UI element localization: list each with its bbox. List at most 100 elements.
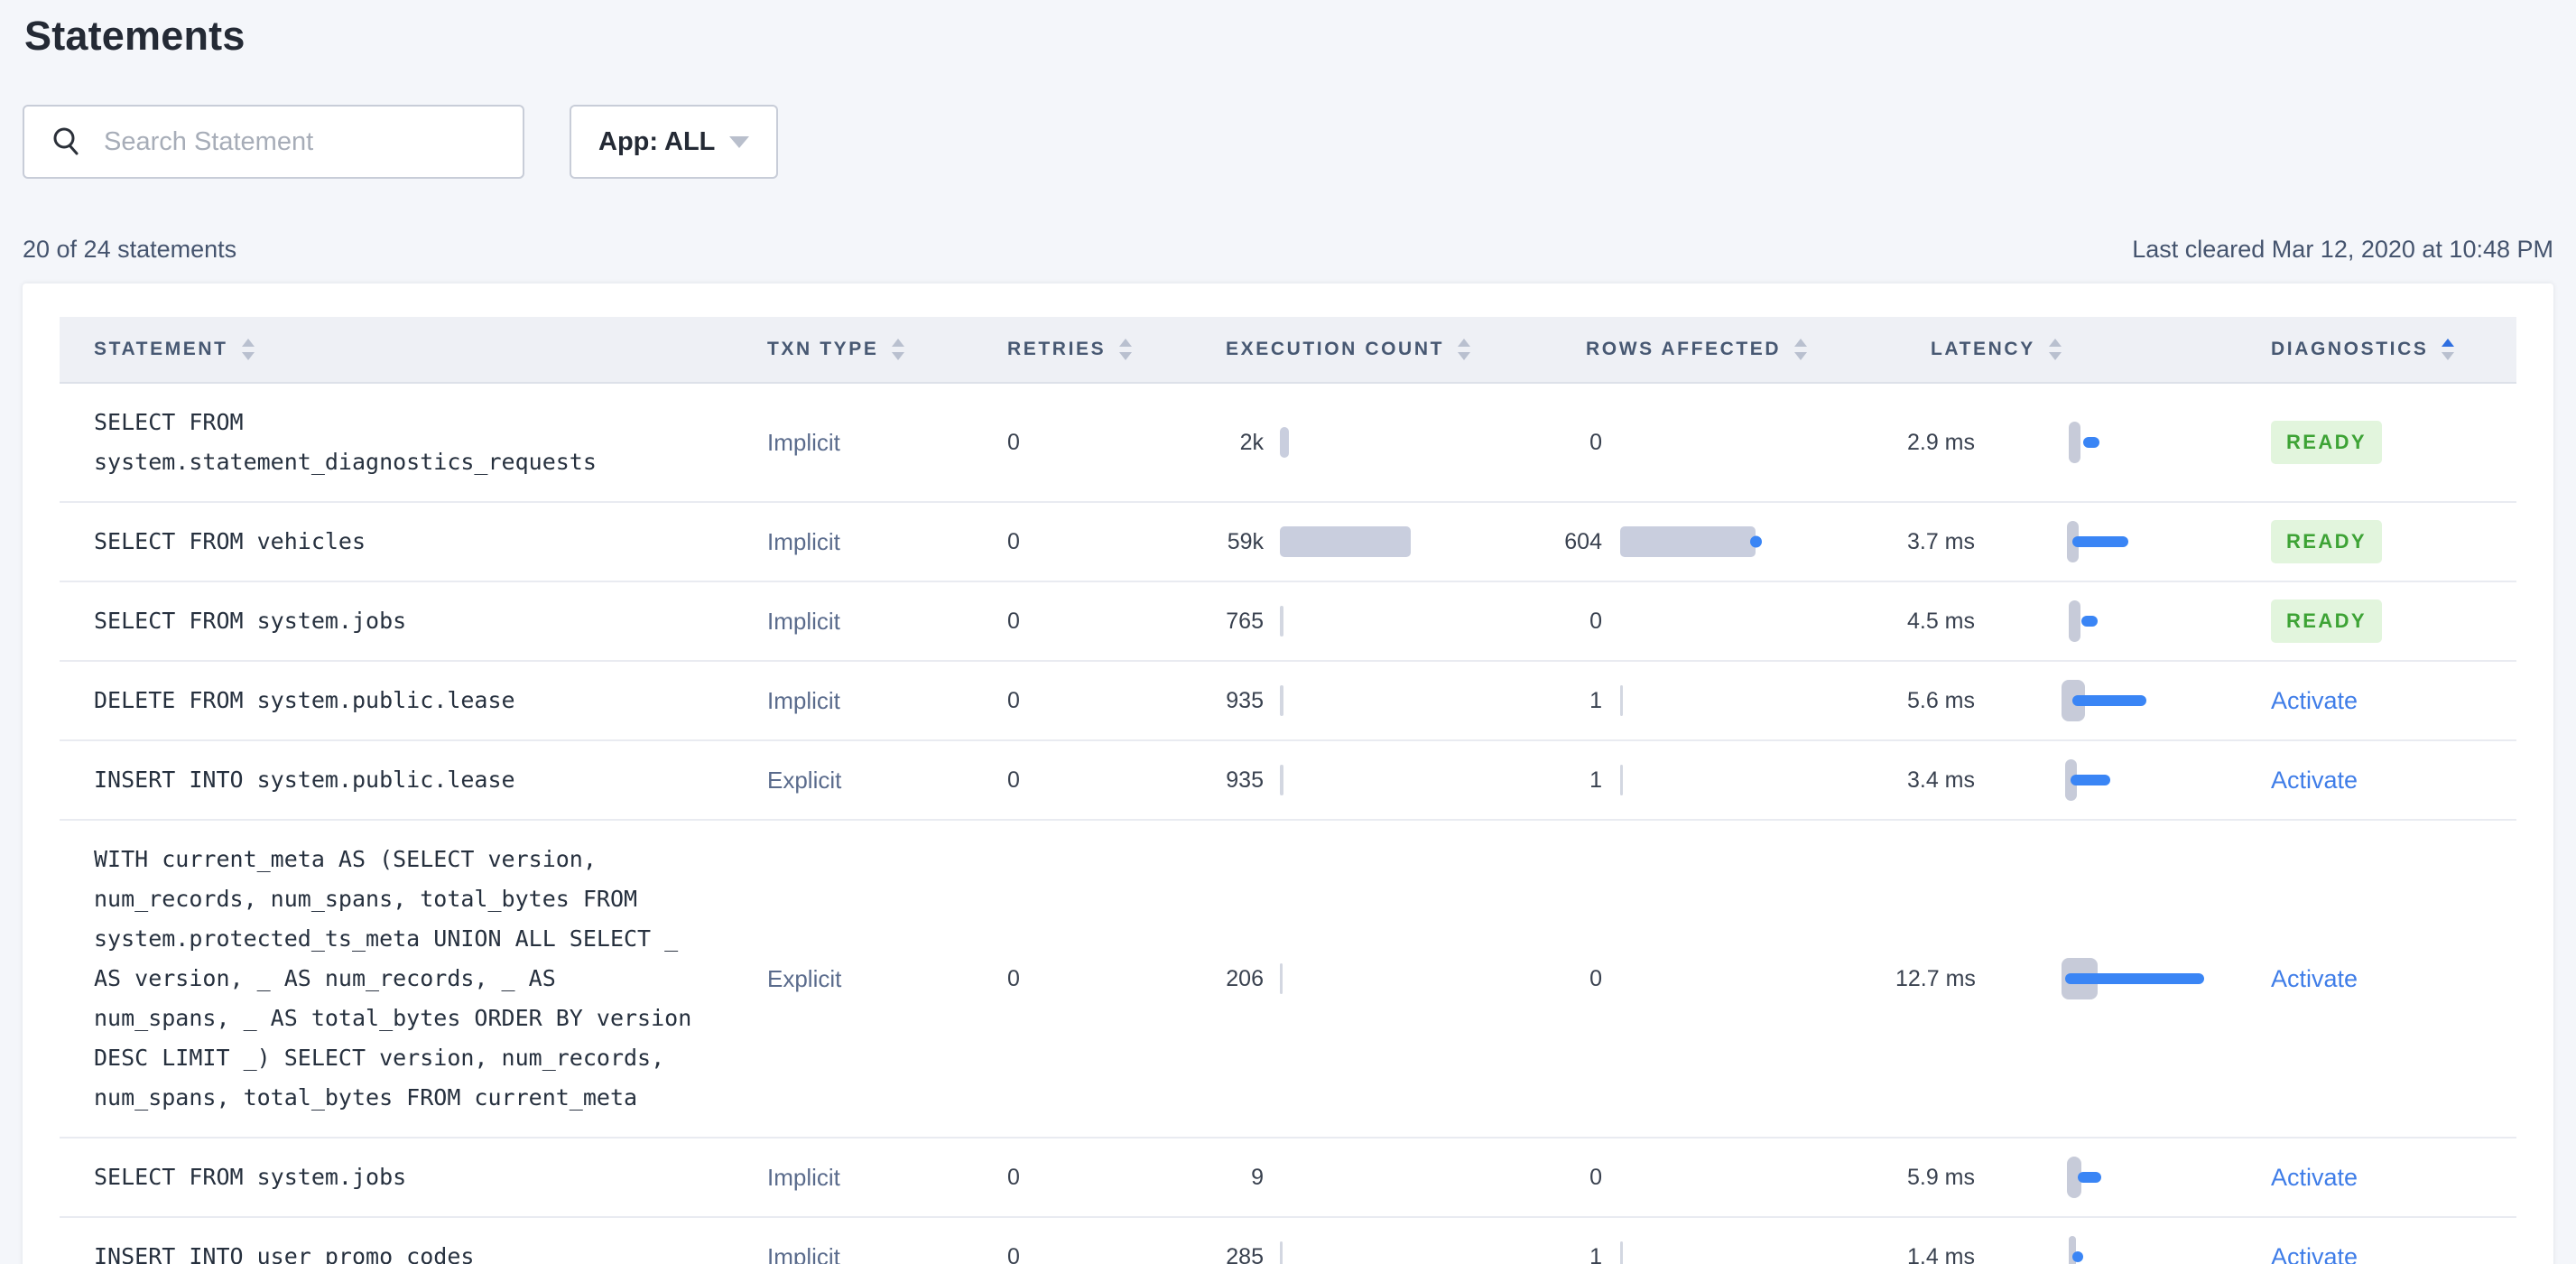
column-header-label: STATEMENT (94, 339, 228, 359)
diagnostics-activate-link[interactable]: Activate (2271, 965, 2358, 993)
rows-affected-value: 1 (1589, 687, 1602, 713)
txn-type-cell: Implicit (731, 582, 966, 660)
column-header-rows-affected[interactable]: ROWS AFFECTED (1561, 339, 1895, 360)
rows-affected-bar-chart (1620, 526, 1819, 557)
execution-count-bar-chart (1280, 765, 1506, 795)
sort-arrows-icon[interactable] (2442, 339, 2455, 360)
statement-text[interactable]: INSERT INTO user_promo_codes (94, 1218, 474, 1264)
execution-count-value: 935 (1226, 687, 1264, 713)
retries-cell: 0 (966, 582, 1164, 660)
diagnostics-activate-link[interactable]: Activate (2271, 1164, 2358, 1192)
latency-cell: 4.5 ms (1895, 582, 2211, 660)
retries-cell: 0 (966, 1139, 1164, 1216)
rows-affected-value: 1 (1589, 1243, 1602, 1264)
retries-value: 0 (1007, 608, 1020, 634)
sort-up-icon (1794, 339, 1808, 347)
execution-count-cell: 9 (1164, 1139, 1561, 1216)
execution-count-bar (1280, 1241, 1283, 1264)
table-row: WITH current_meta AS (SELECT version, nu… (60, 821, 2516, 1139)
retries-value: 0 (1007, 965, 1020, 991)
sort-arrows-icon[interactable] (1119, 339, 1133, 360)
sort-arrows-icon[interactable] (1458, 339, 1471, 360)
statement-text[interactable]: INSERT INTO system.public.lease (94, 741, 515, 819)
execution-count-bar-chart (1280, 1241, 1506, 1264)
txn-type-value: Explicit (767, 766, 842, 794)
sort-arrows-icon[interactable] (1794, 339, 1808, 360)
column-header-latency[interactable]: LATENCY (1895, 339, 2211, 360)
statement-text[interactable]: DELETE FROM system.public.lease (94, 662, 515, 739)
statement-text[interactable]: SELECT FROM system.jobs (94, 582, 406, 660)
search-box[interactable] (23, 105, 524, 179)
rows-affected-bar-chart (1620, 963, 1819, 994)
sort-arrows-icon[interactable] (892, 339, 905, 360)
execution-count-bar-chart (1280, 606, 1506, 637)
txn-type-cell: Implicit (731, 503, 966, 581)
execution-count-bar (1280, 685, 1283, 716)
column-header-label: DIAGNOSTICS (2271, 339, 2429, 359)
latency-mean-bar (2072, 1251, 2083, 1262)
latency-cell: 5.6 ms (1895, 662, 2211, 739)
latency-value: 3.7 ms (1906, 528, 1975, 554)
latency-bar-chart (2062, 419, 2224, 466)
table-row: INSERT INTO system.public.lease Explicit 0… (60, 741, 2516, 821)
sort-up-icon (2442, 339, 2455, 347)
retries-cell: 0 (966, 503, 1164, 581)
retries-cell: 0 (966, 940, 1164, 1018)
statement-text[interactable]: SELECT FROM system.statement_diagnostics… (94, 384, 695, 501)
diagnostics-cell: READY (2211, 582, 2517, 660)
rows-affected-value: 1 (1589, 767, 1602, 793)
column-header-retries[interactable]: RETRIES (966, 339, 1164, 360)
retries-value: 0 (1007, 767, 1020, 793)
latency-bar-chart (2062, 518, 2224, 565)
execution-count-bar (1280, 606, 1283, 637)
search-input[interactable] (104, 126, 508, 157)
column-header-label: EXECUTION COUNT (1226, 339, 1445, 359)
column-header-diagnostics[interactable]: DIAGNOSTICS (2211, 339, 2517, 360)
retries-value: 0 (1007, 687, 1020, 713)
txn-type-value: Implicit (767, 686, 840, 714)
execution-count-value: 2k (1239, 429, 1264, 455)
execution-count-bar-chart (1280, 427, 1506, 458)
sort-arrows-icon[interactable] (241, 339, 255, 360)
chevron-down-icon (729, 135, 750, 148)
latency-value: 4.5 ms (1906, 608, 1975, 634)
execution-count-bar (1280, 765, 1283, 795)
column-header-statement[interactable]: STATEMENT (60, 339, 731, 360)
txn-type-value: Implicit (767, 527, 840, 555)
diagnostics-cell: READY (2211, 503, 2517, 581)
statements-count: 20 of 24 statements (23, 236, 237, 263)
statement-cell: SELECT FROM system.statement_diagnostics… (60, 384, 731, 501)
latency-cell: 1.4 ms (1895, 1218, 2211, 1264)
diagnostics-cell: Activate (2211, 1139, 2517, 1216)
diagnostics-ready-badge: READY (2271, 421, 2383, 464)
diagnostics-activate-link[interactable]: Activate (2271, 1243, 2358, 1264)
diagnostics-cell: Activate (2211, 1218, 2517, 1264)
txn-type-cell: Implicit (731, 404, 966, 481)
column-header-label: LATENCY (1931, 339, 2035, 359)
statement-text[interactable]: SELECT FROM system.jobs (94, 1139, 406, 1216)
rows-affected-cell: 1 (1561, 1218, 1895, 1264)
sort-down-icon (2048, 352, 2062, 360)
column-header-txn-type[interactable]: TXN TYPE (731, 339, 966, 360)
latency-bar-chart (2062, 598, 2224, 645)
column-header-execution-count[interactable]: EXECUTION COUNT (1164, 339, 1561, 360)
table-row: SELECT FROM vehicles Implicit 0 59k 604 3.7 m… (60, 503, 2516, 582)
diagnostics-ready-badge: READY (2271, 599, 2383, 643)
txn-type-value: Implicit (767, 1163, 840, 1191)
txn-type-value: Implicit (767, 1242, 840, 1264)
latency-value: 12.7 ms (1895, 965, 1976, 991)
latency-value: 3.4 ms (1906, 767, 1975, 793)
sort-arrows-icon[interactable] (2048, 339, 2062, 360)
statement-text[interactable]: SELECT FROM vehicles (94, 503, 366, 581)
diagnostics-activate-link[interactable]: Activate (2271, 687, 2358, 715)
statement-cell: WITH current_meta AS (SELECT version, nu… (60, 821, 731, 1137)
statement-cell: SELECT FROM vehicles (60, 503, 731, 581)
latency-mean-bar (2083, 437, 2099, 448)
statement-text[interactable]: WITH current_meta AS (SELECT version, nu… (94, 821, 695, 1137)
rows-affected-value: 0 (1589, 1164, 1602, 1190)
sort-down-icon (892, 352, 905, 360)
app-filter-dropdown[interactable]: App: ALL (570, 105, 779, 179)
rows-affected-cell: 0 (1561, 940, 1895, 1018)
page-title: Statements (24, 13, 246, 59)
diagnostics-activate-link[interactable]: Activate (2271, 767, 2358, 795)
